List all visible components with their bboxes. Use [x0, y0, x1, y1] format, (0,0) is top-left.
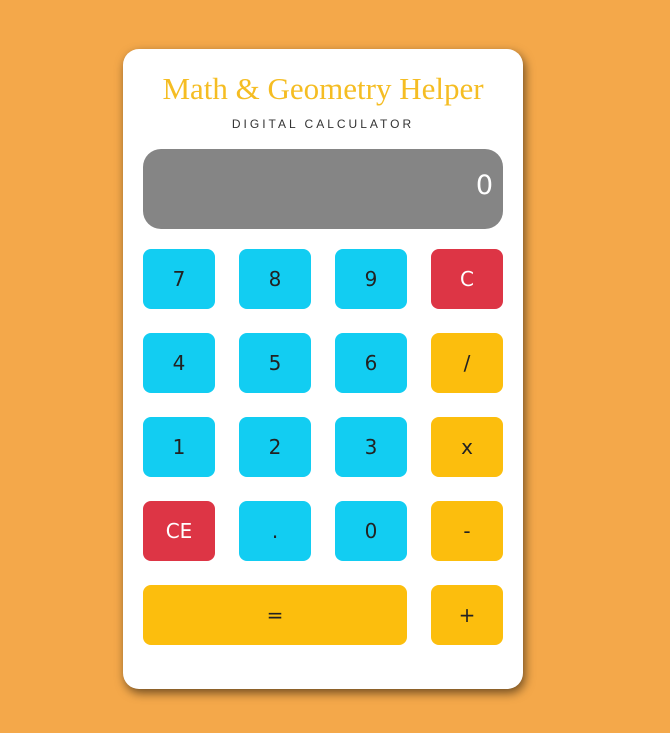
- calculator-card: Math & Geometry Helper DIGITAL CALCULATO…: [123, 49, 523, 689]
- equals-button[interactable]: =: [143, 585, 407, 645]
- key-7-button[interactable]: 7: [143, 249, 215, 309]
- subtract-button[interactable]: -: [431, 501, 503, 561]
- clear-entry-button[interactable]: CE: [143, 501, 215, 561]
- key-1-button[interactable]: 1: [143, 417, 215, 477]
- key-2-button[interactable]: 2: [239, 417, 311, 477]
- decimal-button[interactable]: .: [239, 501, 311, 561]
- multiply-button[interactable]: x: [431, 417, 503, 477]
- key-0-button[interactable]: 0: [335, 501, 407, 561]
- divide-button[interactable]: /: [431, 333, 503, 393]
- key-4-button[interactable]: 4: [143, 333, 215, 393]
- key-8-button[interactable]: 8: [239, 249, 311, 309]
- key-5-button[interactable]: 5: [239, 333, 311, 393]
- page-subtitle: DIGITAL CALCULATOR: [231, 117, 415, 131]
- key-6-button[interactable]: 6: [335, 333, 407, 393]
- key-3-button[interactable]: 3: [335, 417, 407, 477]
- add-button[interactable]: +: [431, 585, 503, 645]
- clear-button[interactable]: C: [431, 249, 503, 309]
- page-title: Math & Geometry Helper: [162, 71, 484, 106]
- calculator-display: 0: [143, 149, 503, 229]
- key-9-button[interactable]: 9: [335, 249, 407, 309]
